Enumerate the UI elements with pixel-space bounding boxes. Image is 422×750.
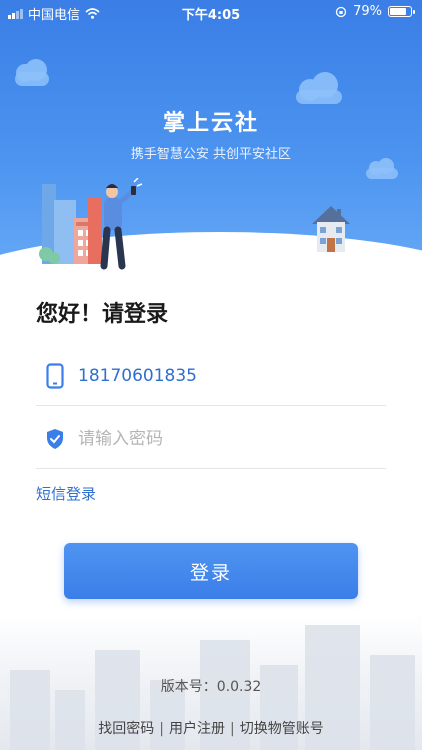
shield-check-icon [44, 426, 66, 452]
login-button[interactable]: 登录 [64, 543, 358, 599]
battery-percent: 79% [353, 4, 382, 19]
house-illustration [312, 206, 350, 252]
password-field[interactable] [36, 410, 386, 469]
register-link[interactable]: 用户注册 [169, 721, 225, 737]
login-greeting: 您好！请登录 [36, 302, 169, 327]
app-title: 掌上云社 [162, 111, 259, 136]
battery-icon [388, 6, 415, 17]
phone-field[interactable]: 18170601835 [36, 347, 386, 406]
app-slogan: 携手智慧公安 共创平安社区 [130, 147, 292, 162]
footer-separator: | [230, 721, 235, 737]
phone-number-value[interactable]: 18170601835 [78, 366, 197, 386]
forgot-password-link[interactable]: 找回密码 [98, 721, 154, 737]
switch-property-account-link[interactable]: 切换物管账号 [240, 721, 324, 737]
sms-login-link[interactable]: 短信登录 [36, 483, 96, 504]
version-label: 版本号：0.0.32 [160, 679, 262, 695]
orientation-lock-icon [335, 6, 347, 17]
footer-links: 找回密码 | 用户注册 | 切换物管账号 [0, 718, 422, 738]
city-person-illustration [39, 178, 143, 270]
status-bar: 中国电信 下午4:05 79% [0, 0, 422, 24]
phone-icon [44, 363, 66, 389]
footer-separator: | [159, 721, 164, 737]
password-input[interactable] [78, 429, 338, 449]
